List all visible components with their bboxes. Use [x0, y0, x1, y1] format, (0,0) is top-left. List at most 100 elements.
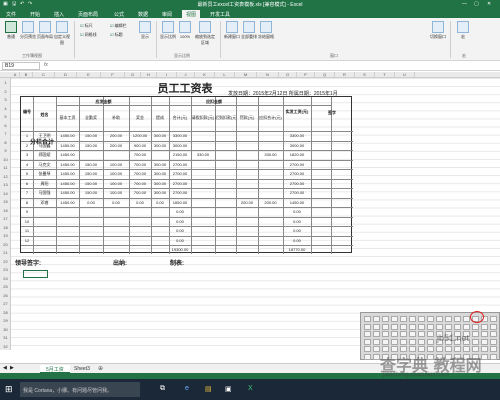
row-header[interactable]: 8: [0, 140, 11, 145]
add-sheet-icon[interactable]: ⊕: [98, 365, 103, 372]
excel-taskbar-icon[interactable]: X: [248, 385, 253, 392]
table-cell[interactable]: 100.00: [103, 171, 129, 176]
table-cell[interactable]: 3000.00: [283, 143, 311, 148]
table-cell[interactable]: 300.00: [151, 143, 169, 148]
keyboard-key[interactable]: [490, 323, 497, 330]
keyboard-key[interactable]: [382, 323, 389, 330]
table-cell[interactable]: 0.00: [169, 238, 191, 243]
keyboard-key[interactable]: [373, 331, 380, 337]
row-header[interactable]: 24: [0, 276, 11, 281]
row-header[interactable]: 21: [0, 250, 11, 255]
ribbon-tab[interactable]: 文件: [2, 10, 20, 18]
cortana-search[interactable]: 我是 Cortana，小娜。有问题尽管问我。: [20, 382, 140, 397]
header-payable[interactable]: 应发金额: [56, 99, 151, 105]
keyboard-key[interactable]: [427, 338, 434, 345]
table-cell[interactable]: 2700.00: [169, 171, 191, 176]
employee-number[interactable]: 10: [21, 219, 33, 224]
freeze-panes-button[interactable]: 冻结窗格: [258, 21, 274, 40]
table-cell[interactable]: 2700.00: [283, 181, 311, 186]
keyboard-key[interactable]: [445, 316, 452, 322]
keyboard-key[interactable]: [481, 338, 488, 345]
table-cell[interactable]: 2700.00: [169, 181, 191, 186]
employee-name[interactable]: 马克文: [33, 162, 56, 168]
next-sheet-icon[interactable]: ▶: [10, 365, 14, 371]
table-cell[interactable]: 0.00: [103, 200, 129, 205]
keyboard-key[interactable]: [409, 316, 416, 322]
table-cell[interactable]: 2150.00: [169, 152, 191, 157]
table-cell[interactable]: 200.00: [103, 143, 129, 148]
table-cell[interactable]: 0.00: [151, 200, 169, 205]
table-cell[interactable]: 0.00: [169, 219, 191, 224]
row-header[interactable]: 1: [0, 80, 11, 85]
header-actual[interactable]: 实发工资(元): [283, 109, 311, 115]
ribbon-tab[interactable]: 页面布局: [74, 10, 102, 18]
table-cell[interactable]: 1450.00: [56, 162, 79, 167]
ribbon-tab[interactable]: 公式: [110, 10, 128, 18]
keyboard-key[interactable]: [391, 316, 398, 322]
keyboard-key[interactable]: [382, 338, 389, 345]
employee-number[interactable]: 8: [21, 200, 33, 205]
row-header[interactable]: 4: [0, 106, 11, 111]
sub-header[interactable]: 请假扣款(元): [191, 115, 215, 121]
keyboard-key[interactable]: [436, 316, 443, 322]
edge-icon[interactable]: e: [185, 385, 189, 392]
keyboard-key[interactable]: [472, 323, 479, 330]
ribbon-tab[interactable]: 审阅: [158, 10, 176, 18]
keyboard-key[interactable]: [481, 346, 488, 352]
employee-number[interactable]: 5: [21, 171, 33, 176]
keyboard-key[interactable]: [364, 316, 371, 322]
sub-header[interactable]: 奖金: [129, 115, 151, 121]
table-cell[interactable]: 150.00: [79, 181, 103, 186]
table-cell[interactable]: 2700.00: [169, 162, 191, 167]
keyboard-key[interactable]: [490, 353, 497, 360]
table-cell[interactable]: 1450.00: [56, 200, 79, 205]
sub-header[interactable]: 基本工资: [56, 115, 79, 121]
sub-header[interactable]: 合计(元): [169, 115, 191, 121]
table-cell[interactable]: 0.00: [283, 228, 311, 233]
row-header[interactable]: 13: [0, 182, 11, 187]
keyboard-key[interactable]: [463, 323, 470, 330]
sub-header[interactable]: 迟到扣款(元): [215, 115, 236, 121]
employee-name[interactable]: 郑国斌: [33, 152, 56, 158]
table-cell[interactable]: 300.00: [151, 190, 169, 195]
table-cell[interactable]: 100.00: [103, 162, 129, 167]
keyboard-key[interactable]: [472, 338, 479, 345]
keyboard-key[interactable]: [427, 323, 434, 330]
keyboard-key[interactable]: [427, 331, 434, 337]
table-cell[interactable]: 1450.00: [56, 190, 79, 195]
row-header[interactable]: 6: [0, 123, 11, 128]
table-cell[interactable]: 150.00: [79, 190, 103, 195]
employee-number[interactable]: 9: [21, 209, 33, 214]
row-header[interactable]: 11: [0, 165, 11, 170]
keyboard-key[interactable]: [472, 331, 479, 337]
keyboard-key[interactable]: [445, 323, 452, 330]
keyboard-key[interactable]: [382, 316, 389, 322]
keyboard-key[interactable]: [391, 323, 398, 330]
employee-name[interactable]: 周阳: [33, 181, 56, 187]
subtotal-total[interactable]: 19300.00: [169, 247, 191, 252]
table-cell[interactable]: 150.00: [79, 143, 103, 148]
store-icon[interactable]: ▣: [225, 385, 232, 393]
keyboard-key[interactable]: [364, 323, 371, 330]
keyboard-key[interactable]: [364, 346, 371, 352]
table-cell[interactable]: 300.00: [151, 171, 169, 176]
keyboard-key[interactable]: [400, 338, 407, 345]
sub-header[interactable]: 补助: [103, 115, 129, 121]
keyboard-key[interactable]: [490, 338, 497, 345]
header-name[interactable]: 姓名: [33, 112, 56, 118]
table-cell[interactable]: 700.00: [129, 181, 151, 186]
table-cell[interactable]: 0.00: [283, 209, 311, 214]
keyboard-key[interactable]: [436, 323, 443, 330]
keyboard-key[interactable]: [391, 338, 398, 345]
table-cell[interactable]: 100.00: [103, 181, 129, 186]
task-view-icon[interactable]: ⧉: [160, 385, 165, 393]
row-header[interactable]: 31: [0, 335, 11, 340]
table-cell[interactable]: 700.00: [129, 152, 151, 157]
gridlines-checkbox[interactable]: 网格线: [80, 32, 97, 38]
row-header[interactable]: 10: [0, 157, 11, 162]
row-header[interactable]: 26: [0, 293, 11, 298]
table-cell[interactable]: 1450.00: [56, 152, 79, 157]
table-cell[interactable]: 330.00: [191, 152, 215, 157]
keyboard-key[interactable]: [373, 353, 380, 360]
header-sign[interactable]: 签字: [311, 110, 353, 116]
